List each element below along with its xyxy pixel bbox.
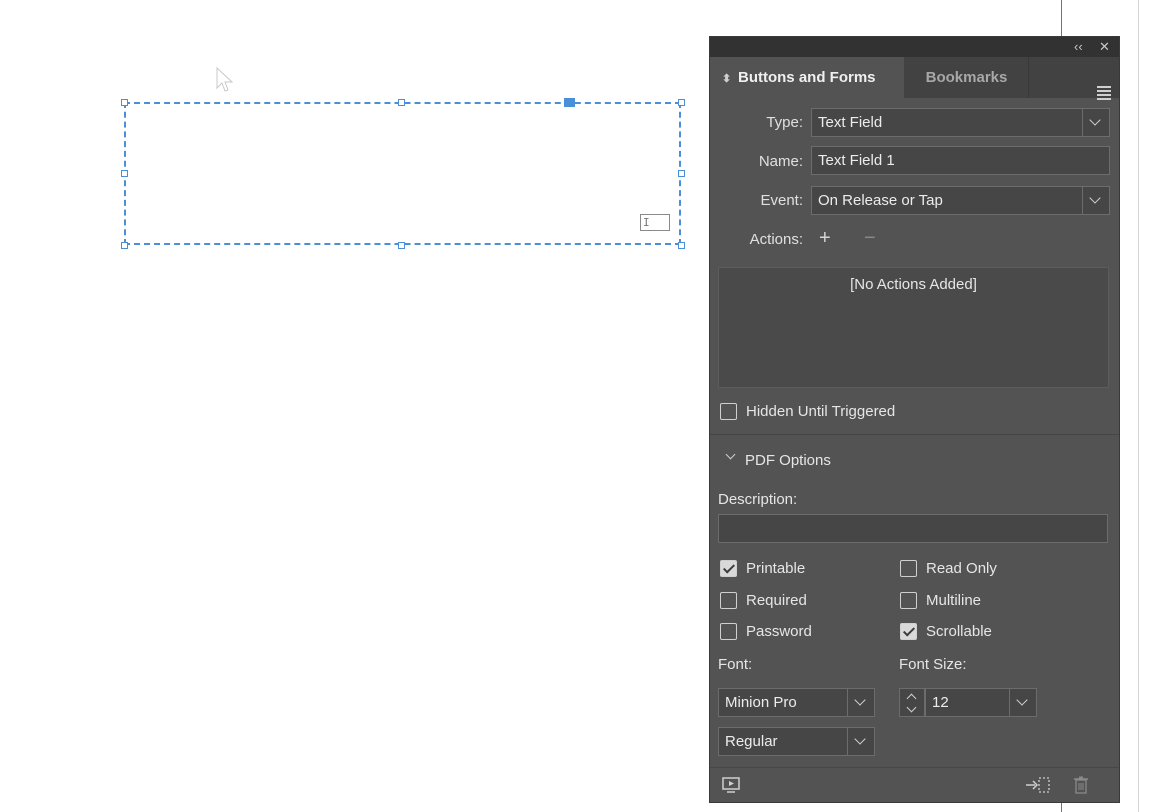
password-label: Password [746, 623, 812, 640]
preview-icon[interactable] [722, 776, 740, 794]
read-only-checkbox[interactable] [900, 560, 917, 577]
type-value: Text Field [818, 114, 883, 131]
convert-to-object-icon[interactable] [1025, 776, 1051, 794]
chevron-down-icon[interactable] [1009, 689, 1036, 716]
font-family-select[interactable]: Minion Pro [718, 688, 875, 717]
page-edge [1138, 0, 1139, 812]
scrollable-checkbox[interactable] [900, 623, 917, 640]
pdf-options-title[interactable]: PDF Options [745, 452, 831, 469]
font-size-label: Font Size: [899, 656, 967, 673]
anchor-handle[interactable] [564, 98, 575, 107]
panel-menu-icon[interactable] [1097, 86, 1111, 102]
font-size-input[interactable]: 12 [925, 688, 1037, 717]
pointer-cursor-icon [216, 66, 234, 92]
name-label: Name: [758, 153, 803, 170]
font-size-value: 12 [932, 694, 949, 711]
collapse-panel-button[interactable]: ‹‹ [1074, 39, 1083, 54]
chevron-down-icon[interactable] [1082, 187, 1109, 214]
actions-empty-text: [No Actions Added] [850, 276, 977, 293]
multiline-label: Multiline [926, 592, 982, 609]
multiline-checkbox[interactable] [900, 592, 917, 609]
buttons-and-forms-panel: ‹‹ ✕ ⬍ Buttons and Forms Bookmarks Type: … [709, 36, 1120, 803]
actions-label: Actions: [749, 231, 803, 248]
scrollable-label: Scrollable [926, 623, 992, 640]
resize-handle-tl[interactable] [121, 99, 128, 106]
chevron-down-icon[interactable] [1082, 109, 1109, 136]
resize-handle-mr[interactable] [678, 170, 685, 177]
text-field-frame[interactable] [124, 102, 681, 245]
resize-handle-br[interactable] [678, 242, 685, 249]
resize-handle-ml[interactable] [121, 170, 128, 177]
resize-handle-bm[interactable] [398, 242, 405, 249]
read-only-label: Read Only [926, 560, 997, 577]
resize-handle-tm[interactable] [398, 99, 405, 106]
trash-icon[interactable] [1073, 776, 1089, 794]
tab-label: Buttons and Forms [738, 69, 876, 86]
event-value: On Release or Tap [818, 192, 943, 209]
password-checkbox[interactable] [720, 623, 737, 640]
resize-handle-tr[interactable] [678, 99, 685, 106]
panel-footer [710, 767, 1119, 803]
event-select[interactable]: On Release or Tap [811, 186, 1110, 215]
panel-tabs: ⬍ Buttons and Forms Bookmarks [710, 57, 1119, 100]
tab-buttons-and-forms[interactable]: ⬍ Buttons and Forms [710, 57, 904, 98]
printable-label: Printable [746, 560, 806, 577]
close-panel-button[interactable]: ✕ [1099, 39, 1110, 55]
font-label: Font: [718, 656, 753, 673]
required-label: Required [746, 592, 807, 609]
remove-action-button[interactable]: − [864, 227, 876, 250]
chevron-down-icon[interactable] [847, 689, 874, 716]
chevron-down-icon[interactable] [847, 728, 874, 755]
type-select[interactable]: Text Field [811, 108, 1110, 137]
hidden-until-triggered-label: Hidden Until Triggered [746, 403, 896, 420]
chevron-down-icon[interactable] [906, 702, 917, 713]
font-family-value: Minion Pro [725, 694, 797, 711]
tab-reorder-icon: ⬍ [722, 73, 732, 85]
text-field-type-icon: I [640, 214, 670, 231]
add-action-button[interactable]: + [819, 227, 831, 250]
event-label: Event: [760, 192, 803, 209]
font-style-value: Regular [725, 733, 778, 750]
panel-titlebar: ‹‹ ✕ [710, 37, 1119, 57]
required-checkbox[interactable] [720, 592, 737, 609]
actions-list[interactable]: [No Actions Added] [718, 267, 1109, 388]
font-size-stepper[interactable] [899, 688, 925, 717]
name-input[interactable]: Text Field 1 [811, 146, 1110, 175]
section-divider [710, 434, 1119, 435]
description-label: Description: [718, 491, 798, 508]
resize-handle-bl[interactable] [121, 242, 128, 249]
disclosure-chevron-icon[interactable] [725, 449, 736, 460]
tab-bookmarks[interactable]: Bookmarks [905, 57, 1029, 98]
name-value: Text Field 1 [818, 152, 895, 169]
font-style-select[interactable]: Regular [718, 727, 875, 756]
hidden-until-triggered-checkbox[interactable] [720, 403, 737, 420]
description-input[interactable] [718, 514, 1108, 543]
type-label: Type: [766, 114, 803, 131]
printable-checkbox[interactable] [720, 560, 737, 577]
